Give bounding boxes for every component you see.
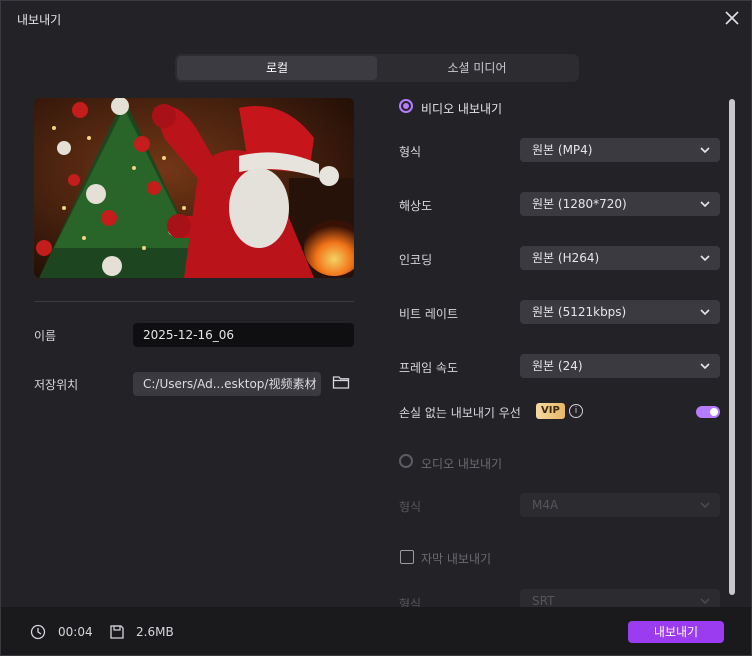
format-label: 형식 xyxy=(399,145,422,159)
close-icon[interactable] xyxy=(723,9,741,27)
lossless-export-toggle[interactable] xyxy=(696,406,720,418)
encoding-value: 원본 (H264) xyxy=(532,251,600,265)
dialog-title: 내보내기 xyxy=(17,13,62,27)
clock-icon xyxy=(30,624,46,640)
file-name-input[interactable] xyxy=(133,323,354,347)
save-location-field[interactable]: C:/Users/Ad...esktop/视频素材 xyxy=(133,372,321,396)
frame-rate-value: 원본 (24) xyxy=(532,359,583,373)
export-settings-panel: 비디오 내보내기 형식 원본 (MP4) 해상도 원본 (1280*720) 인… xyxy=(399,93,721,608)
bitrate-select[interactable]: 원본 (5121kbps) xyxy=(520,300,720,324)
chevron-down-icon xyxy=(700,309,710,316)
subtitle-export-checkbox[interactable] xyxy=(400,550,414,564)
duration-text: 00:04 xyxy=(58,625,93,639)
format-select[interactable]: 원본 (MP4) xyxy=(520,138,720,162)
audio-format-label: 형식 xyxy=(399,500,422,514)
chevron-down-icon xyxy=(700,363,710,370)
bitrate-value: 원본 (5121kbps) xyxy=(532,305,627,319)
audio-format-select[interactable]: M4A xyxy=(520,493,720,517)
format-value: 원본 (MP4) xyxy=(532,143,593,157)
audio-format-value: M4A xyxy=(532,498,559,512)
video-export-title: 비디오 내보내기 xyxy=(421,102,503,116)
subtitle-format-select[interactable]: SRT xyxy=(520,589,720,608)
chevron-down-icon xyxy=(700,255,710,262)
file-size-text: 2.6MB xyxy=(136,625,174,639)
settings-scrollbar[interactable] xyxy=(729,99,735,595)
video-preview xyxy=(34,98,354,278)
subtitle-format-value: SRT xyxy=(532,594,555,608)
export-dialog: 내보내기 로컬 소셜 미디어 이름 2025-12-16_06 저장위치 C:/… xyxy=(0,0,752,656)
export-button[interactable]: 내보내기 xyxy=(628,621,724,643)
tab-social-media[interactable]: 소셜 미디어 xyxy=(377,56,577,80)
title-bar: 내보내기 xyxy=(1,1,751,35)
encoding-select[interactable]: 원본 (H264) xyxy=(520,246,720,270)
save-disk-icon xyxy=(109,624,125,640)
divider xyxy=(34,301,354,302)
bitrate-label: 비트 레이트 xyxy=(399,307,459,321)
file-name-label: 이름 xyxy=(34,329,57,343)
resolution-label: 해상도 xyxy=(399,199,433,213)
chevron-down-icon xyxy=(700,598,710,605)
lossless-export-label: 손실 없는 내보내기 우선 xyxy=(399,406,521,420)
chevron-down-icon xyxy=(700,201,710,208)
frame-rate-label: 프레임 속도 xyxy=(399,361,459,375)
frame-rate-select[interactable]: 원본 (24) xyxy=(520,354,720,378)
vip-badge: VIP xyxy=(536,403,565,419)
folder-icon[interactable] xyxy=(332,374,350,390)
resolution-value: 원본 (1280*720) xyxy=(532,197,627,211)
info-icon[interactable]: i xyxy=(569,404,583,418)
resolution-select[interactable]: 원본 (1280*720) xyxy=(520,192,720,216)
save-location-label: 저장위치 xyxy=(34,378,79,392)
tab-local[interactable]: 로컬 xyxy=(177,56,377,80)
chevron-down-icon xyxy=(700,147,710,154)
audio-export-title: 오디오 내보내기 xyxy=(421,457,503,471)
audio-export-radio[interactable] xyxy=(399,454,413,468)
export-target-tabs: 로컬 소셜 미디어 xyxy=(175,54,579,82)
subtitle-export-title: 자막 내보내기 xyxy=(421,552,492,566)
footer-bar: 00:04 2.6MB 내보내기 xyxy=(1,607,751,655)
encoding-label: 인코딩 xyxy=(399,253,433,267)
video-export-radio[interactable] xyxy=(399,99,413,113)
chevron-down-icon xyxy=(700,502,710,509)
